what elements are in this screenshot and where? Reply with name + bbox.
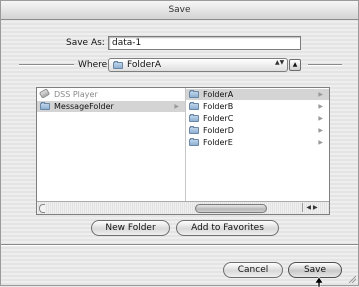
list-item-label: FolderE — [203, 138, 233, 147]
divider-right — [308, 64, 342, 66]
dialog-title: Save — [1, 1, 358, 20]
expand-collapse-button[interactable]: ▲ — [289, 59, 301, 71]
resize-grip-icon[interactable] — [348, 275, 356, 283]
save-as-label: Save As: — [66, 38, 105, 48]
list-item-folderc[interactable]: FolderC ▶ — [186, 113, 329, 124]
scrollbar-track-cap — [39, 204, 45, 213]
bottom-divider — [1, 244, 358, 246]
save-dialog: Save Save As: data-1 Where: FolderA ▲▼ ▲… — [0, 0, 359, 287]
folder-icon — [40, 102, 50, 110]
list-item-label: FolderA — [203, 90, 234, 99]
list-item-label: FolderD — [203, 126, 234, 135]
cancel-button[interactable]: Cancel — [223, 262, 283, 278]
folder-icon — [189, 90, 199, 98]
disclosure-arrow-icon: ▶ — [174, 103, 179, 110]
list-item-messagefolder[interactable]: MessageFolder ▶ — [37, 101, 185, 112]
horizontal-scrollbar[interactable]: ◀ ▶ — [37, 201, 329, 214]
save-button[interactable]: Save — [288, 262, 342, 278]
disclosure-arrow-icon: ▶ — [318, 103, 323, 110]
divider-left — [19, 64, 74, 66]
disk-icon — [38, 88, 51, 99]
list-item-folderb[interactable]: FolderB ▶ — [186, 101, 329, 112]
list-item-foldere[interactable]: FolderE ▶ — [186, 137, 329, 148]
add-to-favorites-button[interactable]: Add to Favorites — [176, 220, 279, 236]
list-item-foldera[interactable]: FolderA ▶ — [186, 89, 329, 100]
browser-column-2: FolderA ▶ FolderB ▶ FolderC ▶ FolderD ▶ … — [186, 88, 329, 202]
list-item-folderd[interactable]: FolderD ▶ — [186, 125, 329, 136]
new-folder-button[interactable]: New Folder — [91, 220, 170, 236]
list-item-label: MessageFolder — [54, 102, 114, 111]
folder-icon — [189, 114, 199, 122]
folder-icon — [189, 126, 199, 134]
disclosure-arrow-icon: ▶ — [318, 115, 323, 122]
where-label: Where: — [78, 60, 111, 70]
disclosure-arrow-icon: ▶ — [318, 91, 323, 98]
disclosure-arrow-icon: ▶ — [318, 139, 323, 146]
save-as-input[interactable]: data-1 — [108, 36, 301, 50]
folder-icon — [189, 102, 199, 110]
list-item-dss-player[interactable]: DSS Player — [37, 88, 185, 100]
list-item-label: FolderB — [203, 102, 234, 111]
triangle-up-icon: ▲ — [292, 61, 298, 68]
list-item-label: FolderC — [203, 114, 234, 123]
scrollbar-thumb[interactable] — [195, 204, 267, 213]
scroll-arrows-icon[interactable]: ◀ ▶ — [302, 203, 321, 212]
folder-icon — [189, 138, 199, 146]
where-popup[interactable]: FolderA ▲▼ — [108, 58, 288, 72]
list-item-label: DSS Player — [54, 90, 98, 99]
file-browser[interactable]: DSS Player MessageFolder ▶ FolderA ▶ Fol… — [36, 87, 330, 215]
folder-icon — [113, 61, 123, 69]
popup-arrows-icon: ▲▼ — [275, 59, 285, 66]
browser-column-1: DSS Player MessageFolder ▶ — [37, 88, 186, 202]
where-selected: FolderA — [127, 60, 161, 70]
disclosure-arrow-icon: ▶ — [318, 127, 323, 134]
